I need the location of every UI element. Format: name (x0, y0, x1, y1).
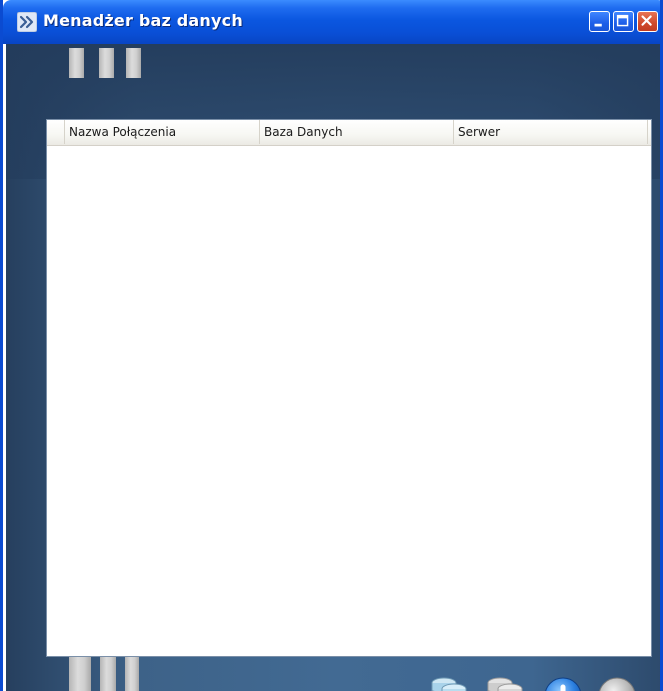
title-bar[interactable]: Menadżer baz danych (3, 0, 660, 44)
add-button[interactable] (541, 674, 585, 691)
list-header-spacer (47, 120, 65, 144)
maximize-button[interactable] (613, 11, 634, 32)
remove-database-button[interactable] (484, 674, 528, 691)
double-chevron-right-icon (17, 12, 37, 32)
maximize-icon (616, 14, 629, 27)
list-header: Nazwa Połączenia Baza Danych Serwer (47, 120, 651, 146)
decorative-pillar (126, 48, 141, 78)
minus-circle-icon (599, 677, 635, 691)
database-add-icon (431, 677, 467, 691)
client-area: Nazwa Połączenia Baza Danych Serwer (6, 44, 660, 691)
add-database-button[interactable] (428, 674, 472, 691)
decorative-pillar (69, 48, 84, 78)
decorative-pillar (99, 48, 114, 78)
plus-circle-icon (545, 677, 581, 691)
close-button[interactable] (637, 11, 658, 32)
close-icon (641, 15, 652, 26)
minimize-icon (594, 23, 602, 27)
column-header-database[interactable]: Baza Danych (260, 120, 454, 144)
database-manager-window: Menadżer baz danych Nazwa Połączenia Baz… (0, 0, 663, 691)
minimize-button[interactable] (589, 11, 610, 32)
column-header-connection-name[interactable]: Nazwa Połączenia (65, 120, 260, 144)
database-remove-icon (487, 677, 523, 691)
remove-button[interactable] (595, 674, 639, 691)
column-header-server[interactable]: Serwer (454, 120, 648, 144)
connections-list[interactable]: Nazwa Połączenia Baza Danych Serwer (46, 119, 652, 657)
window-title: Menadżer baz danych (43, 11, 243, 30)
